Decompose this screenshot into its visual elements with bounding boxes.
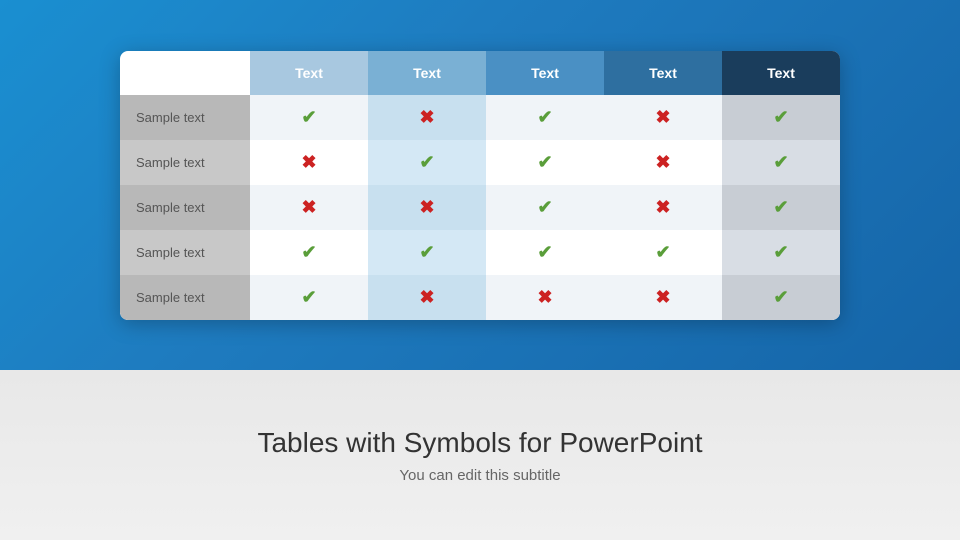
check-icon: ✔ [773,107,788,127]
check-icon: ✔ [773,197,788,217]
check-icon: ✔ [301,287,316,307]
check-cell: ✔ [722,185,840,230]
page-title: Tables with Symbols for PowerPoint [257,427,702,459]
check-icon: ✔ [773,242,788,262]
check-cell: ✔ [250,230,368,275]
bottom-section: Tables with Symbols for PowerPoint You c… [0,370,960,540]
check-icon: ✔ [773,287,788,307]
check-icon: ✔ [537,152,552,172]
cross-cell: ✖ [604,140,722,185]
check-cell: ✔ [368,230,486,275]
header-col-4: Text [604,51,722,95]
row-label: Sample text [120,230,250,275]
check-cell: ✔ [486,140,604,185]
table-row: Sample text ✔ ✖ ✔ ✖ ✔ [120,95,840,140]
table-row: Sample text ✔ ✖ ✖ ✖ ✔ [120,275,840,320]
cross-icon: ✖ [655,107,670,127]
check-cell: ✔ [486,95,604,140]
header-col-2: Text [368,51,486,95]
check-cell: ✔ [250,275,368,320]
cross-icon: ✖ [419,107,434,127]
check-cell: ✔ [722,230,840,275]
cross-cell: ✖ [250,140,368,185]
cross-icon: ✖ [301,197,316,217]
header-col-3: Text [486,51,604,95]
check-cell: ✔ [722,275,840,320]
cross-cell: ✖ [604,95,722,140]
cross-icon: ✖ [655,197,670,217]
cross-cell: ✖ [250,185,368,230]
row-label: Sample text [120,140,250,185]
page-subtitle: You can edit this subtitle [399,467,560,484]
check-cell: ✔ [722,95,840,140]
cross-cell: ✖ [486,275,604,320]
check-cell: ✔ [604,230,722,275]
check-cell: ✔ [368,140,486,185]
check-cell: ✔ [250,95,368,140]
cross-icon: ✖ [537,287,552,307]
header-col-5: Text [722,51,840,95]
cross-cell: ✖ [368,95,486,140]
table-row: Sample text ✖ ✔ ✔ ✖ ✔ [120,140,840,185]
cross-icon: ✖ [301,152,316,172]
header-label-col [120,51,250,95]
cross-icon: ✖ [655,152,670,172]
comparison-card: Text Text Text Text Text Sample text ✔ ✖ ✔ ✖… [120,51,840,320]
row-label: Sample text [120,185,250,230]
cross-icon: ✖ [655,287,670,307]
cross-cell: ✖ [368,275,486,320]
cross-cell: ✖ [368,185,486,230]
table-row: Sample text ✔ ✔ ✔ ✔ ✔ [120,230,840,275]
row-label: Sample text [120,95,250,140]
check-cell: ✔ [722,140,840,185]
check-icon: ✔ [655,242,670,262]
check-icon: ✔ [301,107,316,127]
check-icon: ✔ [773,152,788,172]
check-icon: ✔ [301,242,316,262]
comparison-table: Text Text Text Text Text Sample text ✔ ✖ ✔ ✖… [120,51,840,320]
row-label: Sample text [120,275,250,320]
table-row: Sample text ✖ ✖ ✔ ✖ ✔ [120,185,840,230]
top-section: Text Text Text Text Text Sample text ✔ ✖ ✔ ✖… [0,0,960,370]
check-cell: ✔ [486,230,604,275]
check-icon: ✔ [537,107,552,127]
cross-cell: ✖ [604,275,722,320]
check-icon: ✔ [537,242,552,262]
cross-cell: ✖ [604,185,722,230]
check-icon: ✔ [537,197,552,217]
header-col-1: Text [250,51,368,95]
cross-icon: ✖ [419,197,434,217]
check-icon: ✔ [419,242,434,262]
check-cell: ✔ [486,185,604,230]
check-icon: ✔ [419,152,434,172]
cross-icon: ✖ [419,287,434,307]
